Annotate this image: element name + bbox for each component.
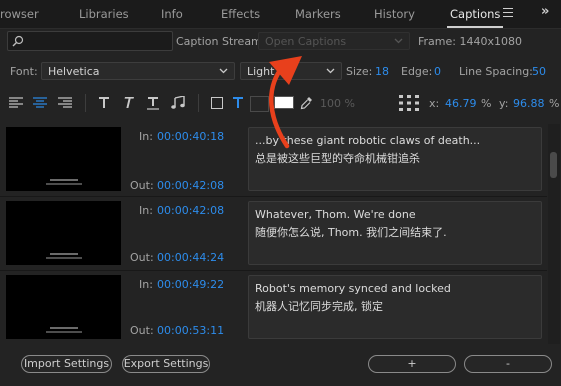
caption-row[interactable]: In: 00:00:49:22 Out: 00:00:53:11 Robot's… xyxy=(0,272,547,344)
music-note-icon[interactable] xyxy=(171,96,185,109)
out-timecode[interactable]: 00:00:42:08 xyxy=(157,179,224,192)
export-settings-button[interactable]: Export Settings xyxy=(122,355,210,373)
edge-value[interactable]: 0 xyxy=(434,65,441,78)
caption-row[interactable]: In: 00:00:40:18 Out: 00:00:42:08 ...by t… xyxy=(0,124,547,197)
position-y-label: y: xyxy=(499,97,509,110)
search-input[interactable] xyxy=(26,33,170,49)
caption-line-1: Robot's memory synced and locked xyxy=(255,282,451,295)
text-color-swatch-white[interactable] xyxy=(274,96,294,109)
caption-thumbnail xyxy=(6,127,121,191)
caption-thumbnail xyxy=(6,275,121,339)
in-timecode[interactable]: 00:00:40:18 xyxy=(157,130,224,143)
tab-effects[interactable]: Effects xyxy=(221,0,260,28)
line-spacing-label: Line Spacing: xyxy=(459,65,533,78)
font-family-dropdown[interactable]: Helvetica xyxy=(41,62,235,80)
position-grid-icon[interactable] xyxy=(399,95,419,111)
font-style-dropdown[interactable]: Light xyxy=(240,62,342,80)
bold-icon[interactable] xyxy=(98,96,110,109)
tab-history[interactable]: History xyxy=(374,0,415,28)
text-color-icon[interactable] xyxy=(232,96,244,109)
search-field[interactable] xyxy=(7,31,173,51)
out-label: Out: xyxy=(130,179,154,192)
panel-tab-bar: rowser Libraries Info Effects Markers Hi… xyxy=(0,0,561,29)
align-left-icon[interactable] xyxy=(9,97,23,109)
caption-list: In: 00:00:40:18 Out: 00:00:42:08 ...by t… xyxy=(0,124,547,344)
font-label: Font: xyxy=(10,65,38,78)
out-label: Out: xyxy=(130,324,154,337)
add-caption-button[interactable]: + xyxy=(368,355,456,373)
position-x-value[interactable]: 46.79 xyxy=(445,97,477,110)
caption-line-2: 机器人记忆同步完成, 锁定 xyxy=(255,300,383,313)
caption-line-1: Whatever, Thom. We're done xyxy=(255,208,416,221)
in-label: In: xyxy=(139,204,153,217)
tab-markers[interactable]: Markers xyxy=(295,0,341,28)
out-timecode[interactable]: 00:00:53:11 xyxy=(157,324,224,337)
align-right-icon[interactable] xyxy=(58,97,72,109)
font-family-value: Helvetica xyxy=(48,65,100,78)
scrollbar-thumb[interactable] xyxy=(550,152,557,178)
edge-label: Edge: xyxy=(401,65,433,78)
caption-line-2: 总是被这些巨型的夺命机械钳追杀 xyxy=(255,152,420,165)
line-spacing-value[interactable]: 50 xyxy=(532,65,546,78)
frame-value: 1440x1080 xyxy=(459,35,522,48)
italic-icon[interactable] xyxy=(122,96,134,109)
underline-icon[interactable] xyxy=(147,96,159,110)
tab-info[interactable]: Info xyxy=(161,0,183,28)
tab-captions[interactable]: Captions xyxy=(450,0,500,28)
caption-list-scrollbar[interactable] xyxy=(548,124,560,344)
chevron-down-icon xyxy=(326,68,335,74)
in-timecode[interactable]: 00:00:49:22 xyxy=(157,278,224,291)
in-label: In: xyxy=(139,278,153,291)
out-label: Out: xyxy=(130,251,154,264)
eyedropper-icon[interactable] xyxy=(300,96,313,110)
position-y-unit: % xyxy=(549,97,560,110)
frame-label: Frame: 1440x1080 xyxy=(418,35,522,48)
search-icon xyxy=(12,35,24,47)
caption-thumbnail xyxy=(6,201,121,265)
background-box-icon[interactable] xyxy=(211,97,223,109)
toolbar-divider xyxy=(198,94,199,112)
in-timecode[interactable]: 00:00:42:08 xyxy=(157,204,224,217)
caption-text-box[interactable]: Robot's memory synced and locked 机器人记忆同步… xyxy=(248,275,542,339)
caption-text-box[interactable]: Whatever, Thom. We're done 随便你怎么说, Thom.… xyxy=(248,201,542,265)
import-settings-button[interactable]: Import Settings xyxy=(21,355,112,373)
caption-stream-label: Caption Stream: xyxy=(176,35,266,48)
opacity-value[interactable]: 100 % xyxy=(320,97,355,110)
caption-line-2: 随便你怎么说, Thom. 我们之间结束了. xyxy=(255,226,447,239)
caption-stream-dropdown[interactable]: Open Captions xyxy=(258,32,410,50)
position-y-value[interactable]: 96.88 xyxy=(513,97,545,110)
tab-libraries[interactable]: Libraries xyxy=(79,0,129,28)
caption-row[interactable]: In: 00:00:42:08 Out: 00:00:44:24 Whateve… xyxy=(0,198,547,271)
text-color-swatch[interactable] xyxy=(250,96,269,112)
font-style-value: Light xyxy=(247,65,275,78)
tab-browser[interactable]: rowser xyxy=(0,0,39,28)
active-tab-indicator xyxy=(447,26,503,28)
chevron-down-icon xyxy=(394,38,403,44)
align-center-icon[interactable] xyxy=(33,97,47,109)
caption-line-1: ...by these giant robotic claws of death… xyxy=(255,134,481,147)
toolbar-divider xyxy=(85,94,86,112)
size-label: Size: xyxy=(346,65,373,78)
panel-menu-icon[interactable] xyxy=(503,8,513,17)
tab-overflow-icon[interactable]: » xyxy=(541,4,549,19)
caption-stream-value: Open Captions xyxy=(265,35,347,48)
caption-text-box[interactable]: ...by these giant robotic claws of death… xyxy=(248,127,542,191)
chevron-down-icon xyxy=(219,68,228,74)
out-timecode[interactable]: 00:00:44:24 xyxy=(157,251,224,264)
remove-caption-button[interactable]: - xyxy=(464,355,552,373)
position-x-unit: % xyxy=(481,97,492,110)
position-x-label: x: xyxy=(429,97,440,110)
in-label: In: xyxy=(139,130,153,143)
size-value[interactable]: 18 xyxy=(375,65,389,78)
